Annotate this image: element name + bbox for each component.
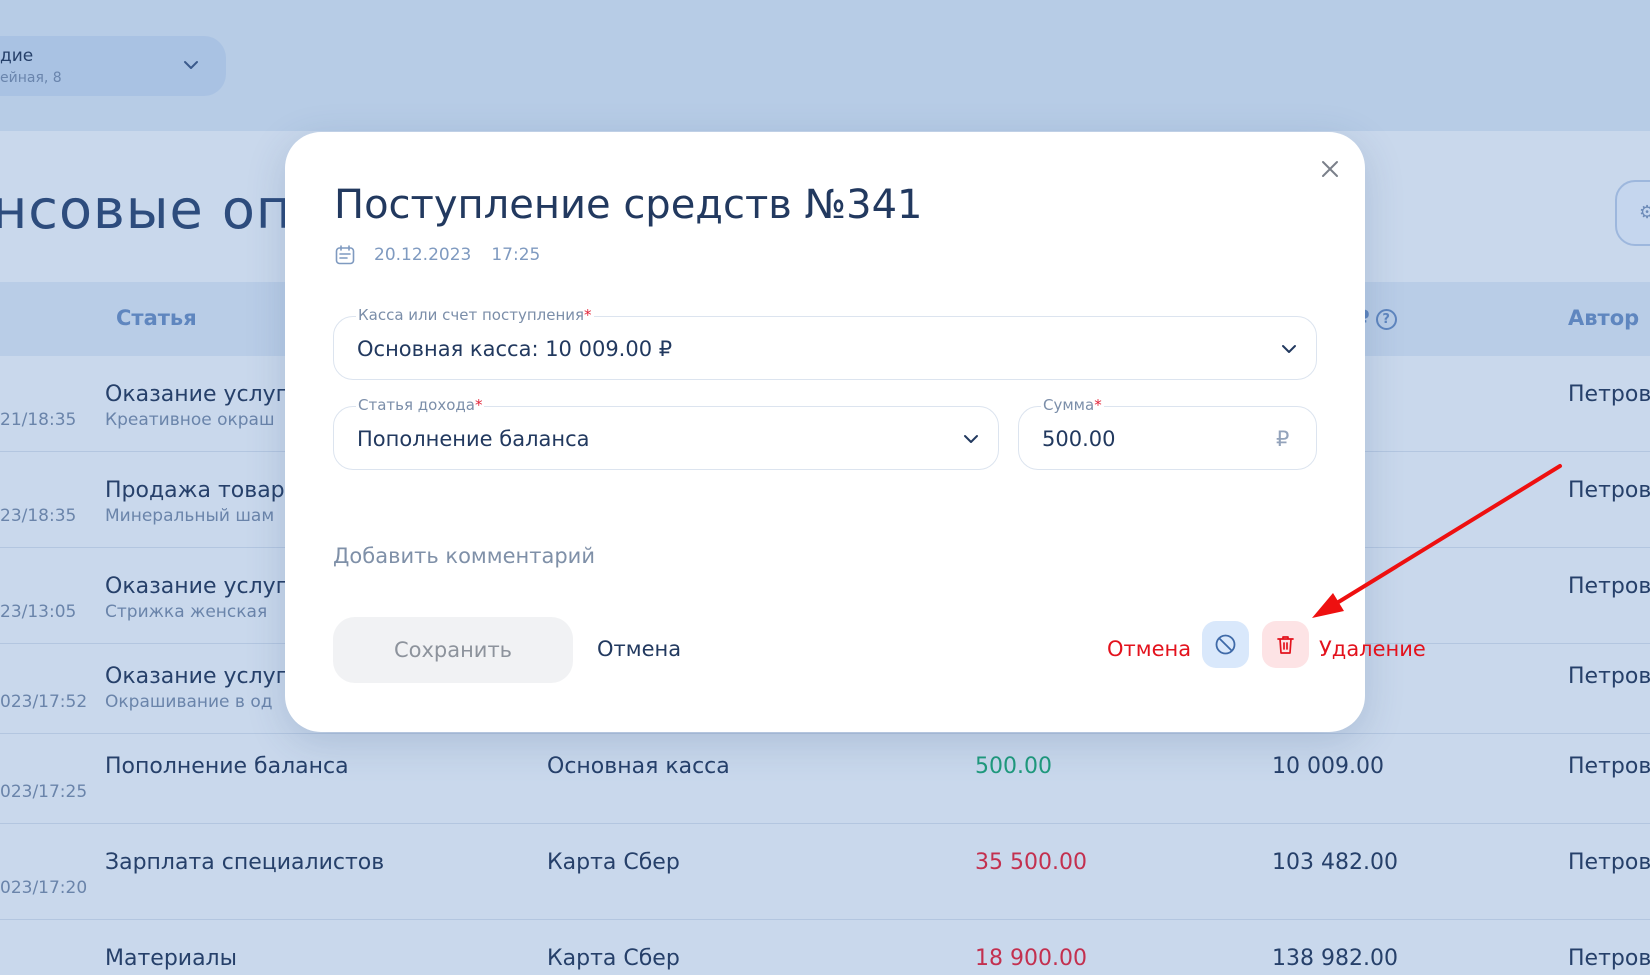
sum-value: 500.00: [1042, 427, 1116, 451]
row-account: Карта Сбер: [547, 946, 680, 971]
column-header-author[interactable]: Автор: [1568, 306, 1639, 330]
add-comment-link[interactable]: Добавить комментарий: [333, 544, 595, 568]
income-article-value: Пополнение баланса: [357, 427, 590, 451]
branch-name: дие: [0, 46, 34, 66]
calendar-icon: [335, 245, 355, 265]
void-operation-label[interactable]: Отмена: [1107, 637, 1191, 661]
row-author: Петров: [1568, 754, 1650, 779]
row-title: Материалы: [105, 946, 237, 971]
ruble-icon: ₽: [1276, 427, 1290, 451]
operation-time: 17:25: [491, 245, 541, 265]
row-subtitle: Стрижка женская: [105, 602, 268, 622]
income-article-label: Статья дохода*: [356, 396, 485, 414]
row-date: 023/17:25: [0, 782, 88, 802]
filter-button[interactable]: ⚙: [1615, 180, 1650, 246]
row-date: 23/13:05: [0, 602, 77, 622]
row-account: Карта Сбер: [547, 850, 680, 875]
row-author: Петров: [1568, 574, 1650, 599]
row-date: 23/18:35: [0, 506, 77, 526]
row-title: Оказание услуг: [105, 382, 288, 407]
void-operation-button[interactable]: [1202, 621, 1249, 668]
income-dialog: Поступление средств №341 20.12.2023 17:2…: [285, 132, 1426, 732]
trash-icon: [1277, 636, 1294, 654]
row-title: Продажа товаро: [105, 478, 299, 503]
row-date: 023/17:20: [0, 878, 88, 898]
row-subtitle: Минеральный шам: [105, 506, 275, 526]
row-title: Оказание услуг: [105, 574, 288, 599]
cash-account-select[interactable]: Касса или счет поступления* Основная кас…: [333, 306, 1317, 380]
close-icon[interactable]: [1315, 154, 1345, 184]
row-title: Оказание услуг: [105, 664, 288, 689]
sum-label: Сумма*: [1041, 396, 1104, 414]
row-balance: 138 982.00: [1272, 946, 1398, 971]
cash-account-value: Основная касса: 10 009.00 ₽: [357, 337, 673, 361]
branch-selector[interactable]: дие ейная, 8: [0, 36, 226, 96]
filter-icon: ⚙: [1639, 202, 1650, 223]
row-author: Петров: [1568, 664, 1650, 689]
table-row[interactable]: Материалы Карта Сбер 18 900.00 138 982.00 Пе…: [0, 920, 1650, 975]
row-date: 023/17:52: [0, 692, 88, 712]
operation-meta: 20.12.2023 17:25: [334, 244, 540, 266]
row-author: Петров: [1568, 946, 1650, 971]
row-title: Пополнение баланса: [105, 754, 349, 779]
row-amount: 18 900.00: [975, 946, 1087, 971]
cancel-button[interactable]: Отмена: [597, 637, 681, 661]
top-bar: дие ейная, 8: [0, 0, 1650, 131]
delete-operation-button[interactable]: [1262, 621, 1309, 668]
row-author: Петров: [1568, 478, 1650, 503]
row-subtitle: Креативное окраш: [105, 410, 275, 430]
chevron-down-icon: [964, 435, 978, 443]
row-title: Зарплата специалистов: [105, 850, 385, 875]
help-icon[interactable]: ?: [1375, 309, 1397, 330]
cancel-circle-icon: [1215, 634, 1236, 655]
row-balance: 10 009.00: [1272, 754, 1384, 779]
dialog-title: Поступление средств №341: [334, 182, 923, 228]
chevron-down-icon: [184, 61, 198, 69]
page-title: нсовые оп: [0, 178, 293, 241]
cash-account-label: Касса или счет поступления*: [356, 306, 594, 324]
save-button[interactable]: Сохранить: [333, 617, 573, 683]
table-row[interactable]: 023/17:25 Пополнение баланса Основная касс…: [0, 728, 1650, 824]
row-author: Петров: [1568, 850, 1650, 875]
branch-address: ейная, 8: [0, 70, 62, 86]
row-balance: 103 482.00: [1272, 850, 1398, 875]
chevron-down-icon: [1282, 345, 1296, 353]
row-account: Основная касса: [547, 754, 730, 779]
operation-date: 20.12.2023: [374, 245, 472, 265]
delete-operation-label[interactable]: Удаление: [1319, 637, 1426, 661]
column-header-article[interactable]: Статья: [116, 306, 197, 330]
row-author: Петров: [1568, 382, 1650, 407]
table-row[interactable]: 023/17:20 Зарплата специалистов Карта Сбер…: [0, 824, 1650, 920]
row-amount: 35 500.00: [975, 850, 1087, 875]
sum-input[interactable]: Сумма* 500.00 ₽: [1018, 396, 1317, 470]
row-date: 21/18:35: [0, 410, 77, 430]
row-subtitle: Окрашивание в од: [105, 692, 273, 712]
row-amount: 500.00: [975, 754, 1052, 779]
income-article-select[interactable]: Статья дохода* Пополнение баланса: [333, 396, 999, 470]
